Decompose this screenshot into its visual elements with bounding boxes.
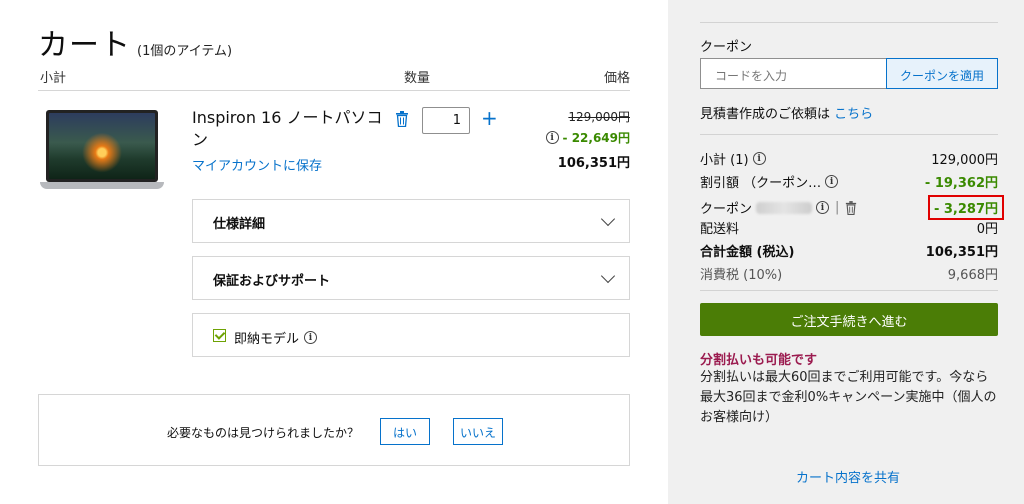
discount-value: - 19,362円 <box>924 176 998 191</box>
blurred-coupon-code <box>756 201 813 214</box>
divider <box>38 90 630 91</box>
total-value: 106,351円 <box>925 245 998 260</box>
installment-title: 分割払いも可能です <box>700 353 818 368</box>
quantity-input[interactable]: 1 <box>422 107 470 134</box>
feedback-box: 必要なものは見つけられましたか？ はい いいえ <box>38 394 630 466</box>
info-icon[interactable]: i <box>752 152 766 165</box>
coupon-label: クーポン <box>700 40 753 55</box>
summary-total-row: 合計金額 (税込) 106,351円 <box>700 241 998 260</box>
header-price: 価格 <box>603 71 630 86</box>
summary-coupon-row: クーポン i | - 3,287円 <box>700 195 1004 220</box>
chevron-down-icon <box>600 268 616 284</box>
product-name[interactable]: Inspiron 16 ノートパソコン <box>192 107 388 151</box>
divider <box>700 22 998 23</box>
info-icon[interactable]: i <box>545 131 559 144</box>
share-cart-link[interactable]: カート内容を共有 <box>796 467 900 486</box>
tax-value: 9,668円 <box>947 268 998 283</box>
header-subtotal: 小計 <box>40 71 67 86</box>
item-count: (1個のアイテム) <box>137 44 233 59</box>
apply-coupon-button[interactable]: クーポンを適用 <box>886 58 998 89</box>
info-icon[interactable]: i <box>304 331 318 344</box>
cart-main: カート (1個のアイテム) 小計 数量 価格 Inspiron 16 ノートパソ… <box>0 0 668 504</box>
laptop-screen <box>46 110 158 182</box>
price-discount-value: - 22,649円 <box>562 131 630 145</box>
accordion-specs[interactable]: 仕様詳細 <box>192 199 630 243</box>
info-icon[interactable]: i <box>825 175 839 188</box>
save-to-account-link[interactable]: マイアカウントに保存 <box>192 155 322 174</box>
quote-link[interactable]: こちら <box>834 107 873 122</box>
installment-text: 分割払いは最大60回までご利用可能です。今なら最大36回まで金利0%キャンペーン… <box>700 370 997 425</box>
trash-icon[interactable] <box>845 200 857 215</box>
yes-button[interactable]: はい <box>380 418 430 445</box>
accordion-warranty-label: 保証およびサポート <box>213 274 331 289</box>
summary-subtotal-row: 小計 (1) i 129,000円 <box>700 149 998 168</box>
plus-icon[interactable]: + <box>481 106 498 130</box>
divider <box>700 134 998 135</box>
laptop-base <box>40 182 164 189</box>
shipping-value: 0円 <box>976 222 998 237</box>
summary-tax-row: 消費税 (10%) 9,668円 <box>700 264 998 283</box>
accordion-specs-label: 仕様詳細 <box>213 217 266 232</box>
header-quantity: 数量 <box>404 71 431 86</box>
info-icon[interactable]: i <box>816 201 830 214</box>
coupon-code-input[interactable]: コードを入力 <box>700 58 886 89</box>
cart-title-row: カート (1個のアイテム) <box>38 20 232 64</box>
summary-discount-row: 割引額 （クーポン… i - 19,362円 <box>700 172 998 191</box>
accordion-warranty[interactable]: 保証およびサポート <box>192 256 630 300</box>
subtotal-value: 129,000円 <box>931 153 998 168</box>
page-title: カート <box>38 28 131 63</box>
price-final: 106,351円 <box>557 156 630 171</box>
quick-ship-label: 即納モデル i <box>234 328 318 347</box>
chevron-down-icon <box>600 211 616 227</box>
feedback-question: 必要なものは見つけられましたか？ <box>167 426 360 440</box>
quote-request: 見積書作成のご依頼は こちら <box>700 107 874 122</box>
price-original: 129,000円 <box>568 110 630 124</box>
trash-icon[interactable] <box>395 111 409 127</box>
checkbox-checked-icon <box>213 329 226 342</box>
coupon-value: - 3,287円 <box>927 195 1004 220</box>
price-discount: i - 22,649円 <box>545 129 630 146</box>
checkout-button[interactable]: ご注文手続きへ進む <box>700 303 998 336</box>
product-image[interactable] <box>40 110 164 190</box>
quick-ship-box: 即納モデル i <box>192 313 630 357</box>
divider <box>700 290 998 291</box>
summary-shipping-row: 配送料 0円 <box>700 218 998 237</box>
no-button[interactable]: いいえ <box>453 418 503 445</box>
